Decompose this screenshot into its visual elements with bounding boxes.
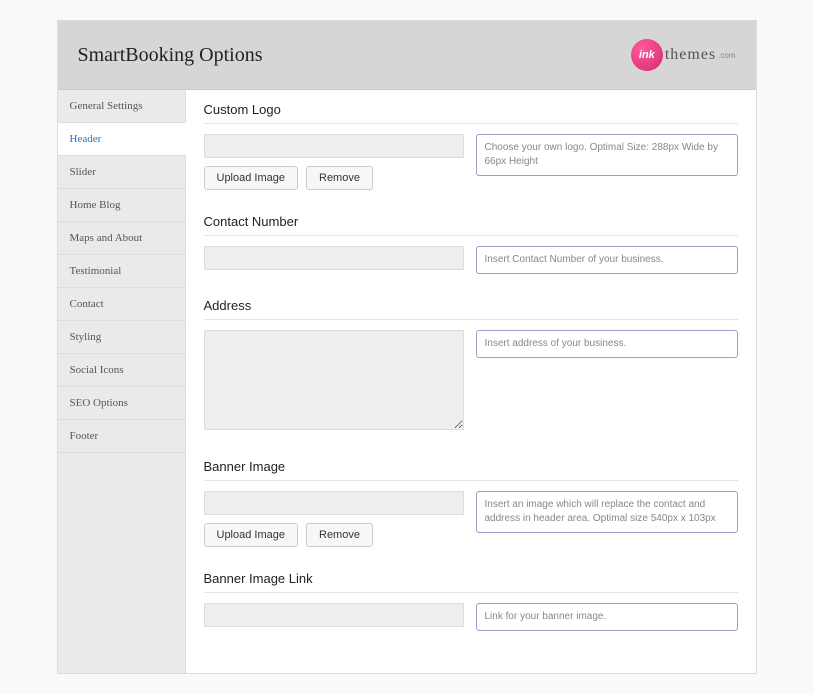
- sidebar: General Settings Header Slider Home Blog…: [58, 90, 186, 673]
- section-row: Link for your banner image.: [204, 603, 738, 631]
- help-text: Insert an image which will replace the c…: [476, 491, 738, 533]
- section-row: Upload Image Remove Insert an image whic…: [204, 491, 738, 547]
- help-text: Insert Contact Number of your business.: [476, 246, 738, 274]
- section-title: Custom Logo: [204, 102, 738, 124]
- sidebar-item-footer[interactable]: Footer: [58, 420, 185, 453]
- section-title: Contact Number: [204, 214, 738, 236]
- page-title: SmartBooking Options: [78, 44, 263, 67]
- section-contact-number: Contact Number Insert Contact Number of …: [204, 214, 738, 274]
- field-column: [204, 603, 464, 627]
- main-content: Custom Logo Upload Image Remove Choose y…: [186, 90, 756, 673]
- field-column: Upload Image Remove: [204, 491, 464, 547]
- sidebar-item-header[interactable]: Header: [58, 123, 186, 156]
- logo-icon: ink: [631, 39, 663, 71]
- options-panel: SmartBooking Options ink themes .com Gen…: [57, 20, 757, 674]
- sidebar-item-general-settings[interactable]: General Settings: [58, 90, 185, 123]
- banner-image-link-input[interactable]: [204, 603, 464, 627]
- section-title: Address: [204, 298, 738, 320]
- upload-image-button[interactable]: Upload Image: [204, 166, 299, 190]
- contact-number-input[interactable]: [204, 246, 464, 270]
- banner-image-input[interactable]: [204, 491, 464, 515]
- button-row: Upload Image Remove: [204, 523, 464, 547]
- section-address: Address Insert address of your business.: [204, 298, 738, 435]
- section-custom-logo: Custom Logo Upload Image Remove Choose y…: [204, 102, 738, 190]
- section-row: Insert address of your business.: [204, 330, 738, 435]
- sidebar-item-testimonial[interactable]: Testimonial: [58, 255, 185, 288]
- panel-header: SmartBooking Options ink themes .com: [58, 21, 756, 90]
- field-column: [204, 246, 464, 270]
- address-textarea[interactable]: [204, 330, 464, 430]
- section-banner-image-link: Banner Image Link Link for your banner i…: [204, 571, 738, 631]
- section-banner-image: Banner Image Upload Image Remove Insert …: [204, 459, 738, 547]
- sidebar-item-styling[interactable]: Styling: [58, 321, 185, 354]
- sidebar-item-slider[interactable]: Slider: [58, 156, 185, 189]
- sidebar-item-seo-options[interactable]: SEO Options: [58, 387, 185, 420]
- sidebar-item-contact[interactable]: Contact: [58, 288, 185, 321]
- help-text: Choose your own logo. Optimal Size: 288p…: [476, 134, 738, 176]
- button-row: Upload Image Remove: [204, 166, 464, 190]
- section-title: Banner Image: [204, 459, 738, 481]
- help-text: Link for your banner image.: [476, 603, 738, 631]
- help-text: Insert address of your business.: [476, 330, 738, 358]
- sidebar-item-maps-and-about[interactable]: Maps and About: [58, 222, 185, 255]
- remove-button[interactable]: Remove: [306, 523, 373, 547]
- field-column: [204, 330, 464, 435]
- logo-text: themes: [665, 46, 716, 64]
- remove-button[interactable]: Remove: [306, 166, 373, 190]
- body-wrap: General Settings Header Slider Home Blog…: [58, 90, 756, 673]
- sidebar-item-home-blog[interactable]: Home Blog: [58, 189, 185, 222]
- section-row: Upload Image Remove Choose your own logo…: [204, 134, 738, 190]
- sidebar-item-social-icons[interactable]: Social Icons: [58, 354, 185, 387]
- field-column: Upload Image Remove: [204, 134, 464, 190]
- brand-logo: ink themes .com: [631, 39, 736, 71]
- section-title: Banner Image Link: [204, 571, 738, 593]
- logo-domain: .com: [718, 51, 735, 60]
- upload-image-button[interactable]: Upload Image: [204, 523, 299, 547]
- custom-logo-input[interactable]: [204, 134, 464, 158]
- section-row: Insert Contact Number of your business.: [204, 246, 738, 274]
